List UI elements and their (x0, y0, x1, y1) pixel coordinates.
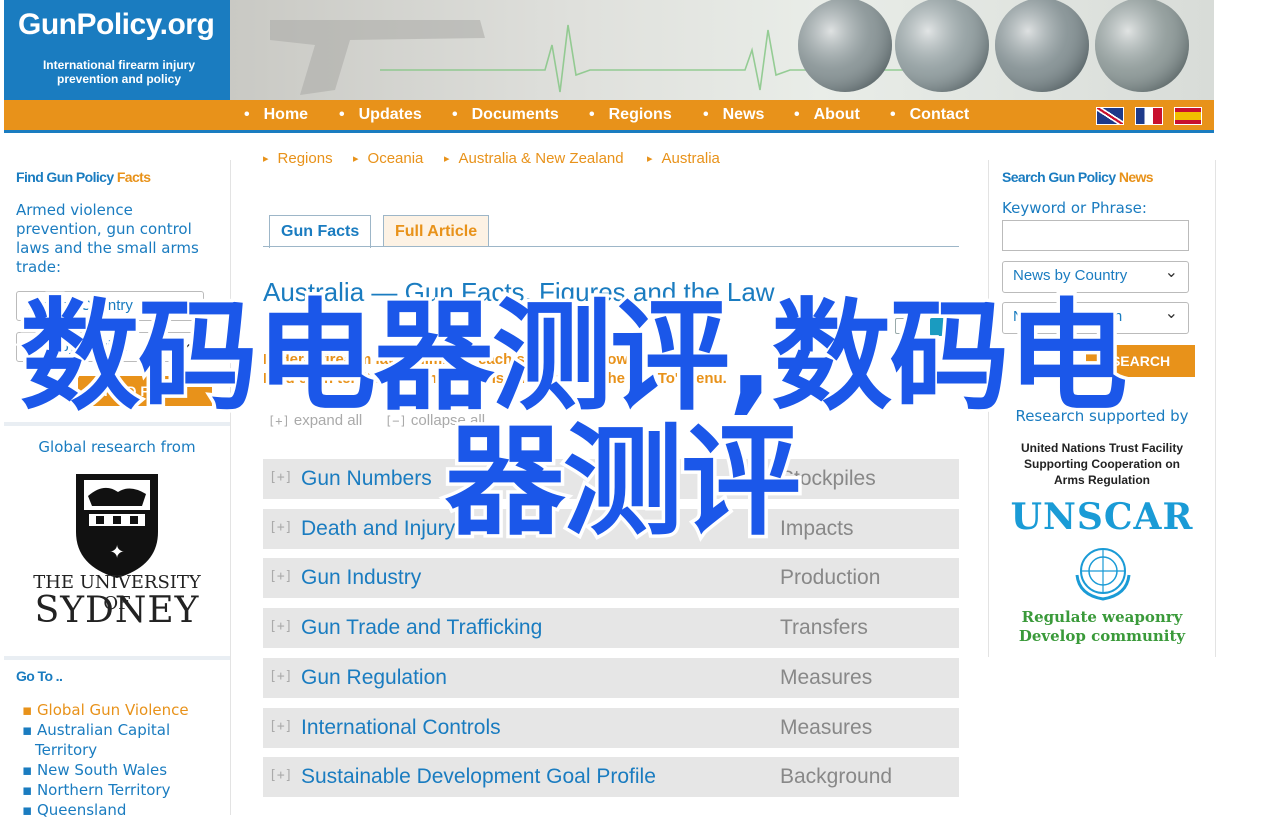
sydney-crest-icon: ✦ (76, 474, 158, 578)
logo-name: GunPolicy.org (18, 8, 215, 41)
keyword-input[interactable] (1002, 220, 1189, 251)
unscar-slogan: Regulate weaponry Develop community (1018, 608, 1186, 645)
banner-art (270, 0, 1189, 95)
goto-link[interactable]: ▪ Global Gun Violence (22, 700, 222, 720)
un-emblem-icon (1075, 548, 1131, 601)
logo-tagline: International firearm injury prevention … (42, 58, 196, 86)
nav-updates[interactable]: Updates (339, 106, 422, 124)
site-logo[interactable]: GunPolicy.org International firearm inju… (4, 0, 230, 100)
goto-link[interactable]: ▪ Australian Capital Territory (22, 720, 222, 760)
tab-gun-facts[interactable]: Gun Facts (269, 215, 372, 248)
goto-link[interactable]: ▪ Queensland (22, 800, 222, 820)
expand-icon: [+] (269, 520, 293, 535)
nav-home[interactable]: Home (244, 106, 308, 124)
sydney-line2: SYDNEY (34, 590, 200, 631)
news-box-title: Search Gun Policy News (1002, 169, 1154, 185)
section-row[interactable]: [+] Gun Industry Production (263, 558, 959, 599)
goto-title: Go To .. (16, 668, 63, 684)
crumb-anz[interactable]: Australia & New Zealand (444, 150, 624, 167)
tab-underline (263, 246, 959, 247)
nav-documents[interactable]: Documents (452, 106, 559, 124)
facts-description: Armed violence prevention, gun control l… (16, 201, 199, 276)
unscar-title: UNSCAR (1010, 496, 1194, 538)
crumb-oceania[interactable]: Oceania (353, 150, 424, 167)
goto-link[interactable]: ▪ Northern Territory (22, 780, 222, 800)
sydney-logo[interactable]: ✦ THE UNIVERSITY OF SYDNEY (24, 462, 210, 640)
watermark-line2: 器测评 (442, 413, 805, 552)
flag-french-icon[interactable] (1135, 107, 1163, 125)
expand-icon: [+] (269, 669, 293, 684)
nav-news[interactable]: News (703, 106, 765, 124)
nav-about[interactable]: About (794, 106, 860, 124)
expand-icon: [+] (269, 569, 293, 584)
watermark-line1: 数码电器测评,数码电 (17, 288, 1132, 427)
expand-icon: [+] (269, 470, 293, 485)
crumb-regions[interactable]: Regions (263, 150, 333, 167)
research-label: Global research from (38, 438, 196, 456)
unscar-block[interactable]: United Nations Trust Facility Supporting… (989, 440, 1215, 488)
section-row[interactable]: [+] Gun Trade and Trafficking Transfers (263, 608, 959, 649)
nav-regions[interactable]: Regions (589, 106, 672, 124)
facts-box-title: Find Gun Policy Facts (16, 169, 151, 185)
keyword-label: Keyword or Phrase: (1002, 199, 1147, 217)
section-row[interactable]: [+] International Controls Measures (263, 708, 959, 749)
expand-icon: [+] (269, 768, 293, 783)
crumb-australia[interactable]: Australia (647, 150, 720, 167)
expand-icon: [+] (269, 619, 293, 634)
main-nav: Home Updates Documents Regions News Abou… (4, 100, 1214, 133)
section-row[interactable]: [+] Sustainable Development Goal Profile B… (263, 757, 959, 798)
svg-text:✦: ✦ (109, 542, 124, 563)
section-row[interactable]: [+] Gun Regulation Measures (263, 658, 959, 699)
goto-link[interactable]: ▪ New South Wales (22, 760, 222, 780)
flag-spanish-icon[interactable] (1174, 107, 1202, 125)
nav-contact[interactable]: Contact (890, 106, 970, 124)
expand-icon: [+] (269, 719, 293, 734)
left-sidebar: Find Gun Policy Facts Armed violence pre… (4, 160, 231, 819)
tab-full-article[interactable]: Full Article (383, 215, 490, 247)
goto-list: ▪ Global Gun Violence ▪ Australian Capit… (22, 700, 222, 820)
header-banner (230, 0, 1214, 100)
flag-english-icon[interactable] (1096, 107, 1124, 125)
globe-icon (798, 0, 1189, 92)
